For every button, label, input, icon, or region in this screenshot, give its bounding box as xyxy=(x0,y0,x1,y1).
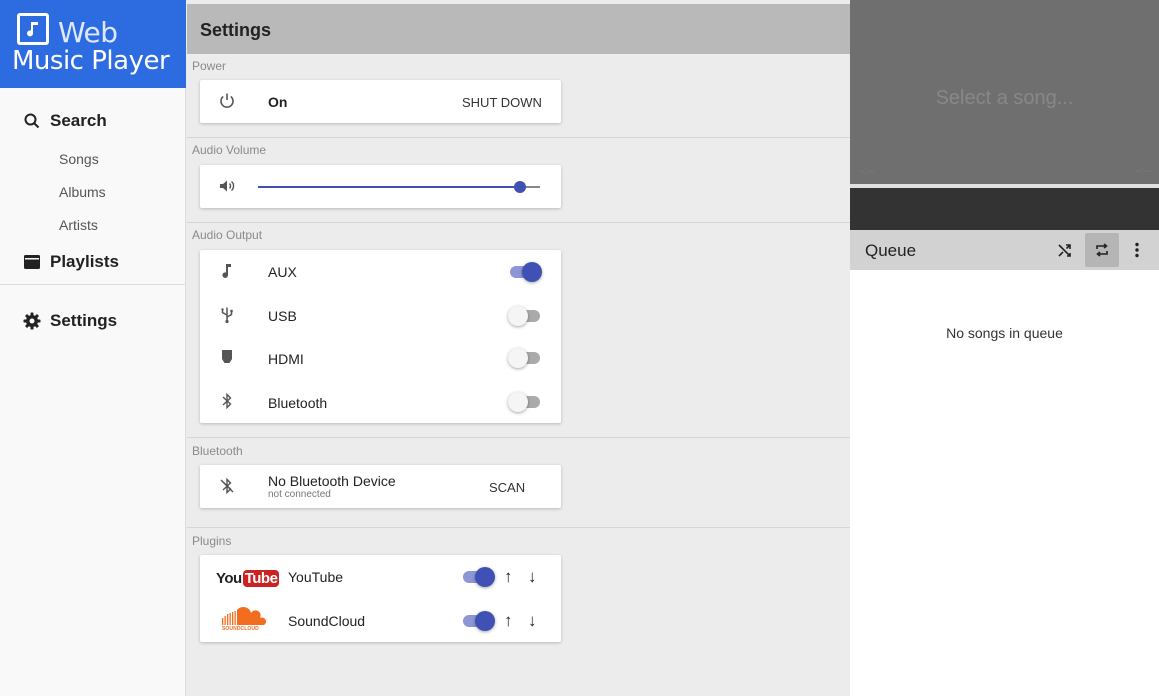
move-down-youtube-button[interactable]: ↓ xyxy=(528,567,537,587)
app-logo[interactable]: Web Music Player xyxy=(0,0,186,88)
section-divider xyxy=(187,222,850,223)
bluetooth-card: No Bluetooth Device not connected SCAN xyxy=(200,465,561,508)
soundcloud-logo-text: SOUNDCLOUD xyxy=(222,626,259,632)
plugins-card: You Tube YouTube ↑ ↓ SOUNDCLOUD SoundClo… xyxy=(200,555,561,642)
bluetooth-disabled-icon xyxy=(218,477,236,495)
usb-icon xyxy=(218,306,236,324)
volume-card xyxy=(200,165,561,208)
section-label-plugins: Plugins xyxy=(192,534,232,548)
sidebar: Web Music Player Search Songs Albums Art… xyxy=(0,0,186,696)
gear-icon xyxy=(23,312,41,330)
section-label-power: Power xyxy=(192,59,227,73)
power-card: On SHUT DOWN xyxy=(200,80,561,123)
youtube-logo-tube: Tube xyxy=(242,569,280,587)
output-label-aux: AUX xyxy=(268,264,297,280)
settings-header: Settings xyxy=(187,4,850,54)
queue-header: Queue xyxy=(850,230,1159,270)
toggle-soundcloud[interactable] xyxy=(461,611,495,631)
now-playing-placeholder: Select a song... xyxy=(935,87,1074,109)
search-icon xyxy=(23,112,41,130)
section-divider xyxy=(187,137,850,138)
move-up-youtube-button[interactable]: ↑ xyxy=(504,567,513,587)
output-label-usb: USB xyxy=(268,308,297,324)
power-icon xyxy=(218,92,236,110)
section-label-output: Audio Output xyxy=(192,228,263,242)
soundcloud-logo: SOUNDCLOUD xyxy=(220,605,268,635)
total-time: --:-- xyxy=(1134,166,1151,177)
youtube-logo: You Tube xyxy=(216,567,280,589)
queue-empty-message: No songs in queue xyxy=(946,325,1063,341)
section-divider xyxy=(187,527,850,528)
plugin-label-soundcloud: SoundCloud xyxy=(288,613,366,629)
music-note-icon xyxy=(218,262,236,280)
move-down-soundcloud-button[interactable]: ↓ xyxy=(528,611,537,631)
toggle-hdmi[interactable] xyxy=(508,348,542,368)
player-controls-bar xyxy=(850,188,1159,230)
nav-search-label: Search xyxy=(50,111,107,130)
soundcloud-cloud-icon xyxy=(222,606,267,625)
repeat-button[interactable] xyxy=(1085,233,1119,267)
more-vertical-icon xyxy=(1135,242,1139,258)
nav-settings-label: Settings xyxy=(50,311,118,330)
bluetooth-device-status: not connected xyxy=(268,489,331,500)
section-divider xyxy=(187,437,850,438)
section-label-volume: Audio Volume xyxy=(192,143,267,157)
elapsed-time: --:-- xyxy=(858,166,875,177)
nav-settings[interactable]: Settings xyxy=(0,303,186,339)
queue-title: Queue xyxy=(865,241,917,260)
output-label-bluetooth: Bluetooth xyxy=(268,395,328,411)
volume-slider[interactable] xyxy=(258,177,540,197)
toggle-usb[interactable] xyxy=(508,306,542,326)
youtube-logo-you: You xyxy=(216,569,242,587)
repeat-icon xyxy=(1096,243,1108,257)
output-card: AUX USB HDMI Bluetooth xyxy=(200,250,561,423)
bluetooth-device-name: No Bluetooth Device xyxy=(268,473,396,489)
shuffle-icon xyxy=(1058,244,1071,257)
volume-slider-fill xyxy=(258,186,520,188)
now-playing: Select a song... --:-- --:-- xyxy=(850,0,1159,184)
volume-slider-thumb[interactable] xyxy=(514,181,526,193)
music-note-logo-icon xyxy=(17,13,49,45)
section-label-bluetooth: Bluetooth xyxy=(192,444,243,458)
page-title: Settings xyxy=(200,20,272,40)
queue-menu-button[interactable] xyxy=(1125,233,1149,267)
nav-artists[interactable]: Artists xyxy=(59,217,98,233)
toggle-aux[interactable] xyxy=(508,262,542,282)
player-panel: Select a song... --:-- --:-- Queue No so… xyxy=(850,0,1159,696)
shuffle-button[interactable] xyxy=(1048,233,1082,267)
toggle-youtube[interactable] xyxy=(461,567,495,587)
toggle-bluetooth[interactable] xyxy=(508,392,542,412)
bluetooth-icon xyxy=(218,392,236,410)
nav-albums[interactable]: Albums xyxy=(59,184,106,200)
shut-down-button[interactable]: SHUT DOWN xyxy=(462,95,542,110)
playlist-icon xyxy=(23,253,41,271)
logo-text-music-player: Music Player xyxy=(12,46,170,76)
nav-playlists-label: Playlists xyxy=(50,252,119,271)
nav-playlists[interactable]: Playlists xyxy=(0,244,186,280)
logo-text-web: Web xyxy=(58,16,118,49)
move-up-soundcloud-button[interactable]: ↑ xyxy=(504,611,513,631)
plugin-label-youtube: YouTube xyxy=(288,569,344,585)
nav-songs[interactable]: Songs xyxy=(59,151,99,167)
nav-divider xyxy=(0,284,186,285)
hdmi-icon xyxy=(218,348,236,366)
volume-icon xyxy=(218,177,236,195)
settings-panel: Settings Power On SHUT DOWN Audio Volume… xyxy=(187,0,850,696)
scan-button[interactable]: SCAN xyxy=(489,480,525,495)
output-label-hdmi: HDMI xyxy=(268,351,304,367)
power-status: On xyxy=(268,94,288,110)
nav-search[interactable]: Search xyxy=(0,103,186,139)
